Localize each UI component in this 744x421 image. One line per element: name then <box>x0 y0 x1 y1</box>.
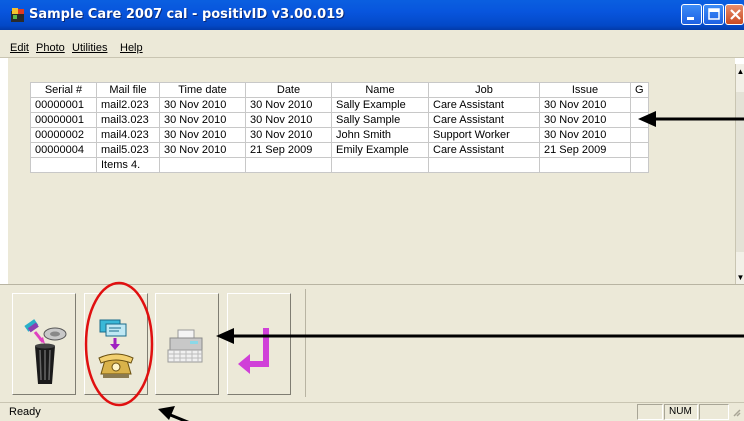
cell-issue: 30 Nov 2010 <box>539 127 631 143</box>
cell-g <box>630 142 649 158</box>
delete-button[interactable] <box>12 293 76 395</box>
cell-g <box>630 97 649 113</box>
scroll-down-arrow-icon[interactable]: ▼ <box>736 272 744 284</box>
table-header-row: Serial # Mail file Time date Date Name J… <box>30 82 649 98</box>
cell-date: 30 Nov 2010 <box>245 127 332 143</box>
cell-time-date: 30 Nov 2010 <box>159 97 246 113</box>
resize-grip-icon[interactable] <box>730 406 742 420</box>
table-row[interactable]: 00000001 mail2.023 30 Nov 2010 30 Nov 20… <box>30 97 649 113</box>
column-header-mail-file[interactable]: Mail file <box>96 82 160 98</box>
records-panel: Serial # Mail file Time date Date Name J… <box>8 58 735 284</box>
scroll-up-arrow-icon[interactable]: ▲ <box>736 66 744 78</box>
cell-job: Care Assistant <box>428 142 540 158</box>
cell-issue: 21 Sep 2009 <box>539 142 631 158</box>
cell-name: John Smith <box>331 127 429 143</box>
table-row[interactable]: 00000004 mail5.023 30 Nov 2010 21 Sep 20… <box>30 142 649 158</box>
status-text: Ready <box>9 406 41 418</box>
vertical-scrollbar[interactable]: ▲ ▼ <box>735 64 744 286</box>
cell-name: Sally Sample <box>331 112 429 128</box>
cell-job: Support Worker <box>428 127 540 143</box>
cell-mail-file: mail4.023 <box>96 127 160 143</box>
column-header-job[interactable]: Job <box>428 82 540 98</box>
title-bar[interactable]: Sample Care 2007 cal - positivID v3.00.0… <box>0 0 744 30</box>
cell-issue: 30 Nov 2010 <box>539 97 631 113</box>
cell-serial <box>30 157 97 173</box>
menu-utilities-label: Utilities <box>72 42 108 54</box>
menu-help[interactable]: Help <box>120 42 143 54</box>
menu-edit-label: Edit <box>10 42 29 54</box>
menu-help-label: Help <box>120 42 143 54</box>
maximize-button[interactable] <box>703 4 724 25</box>
printer-icon <box>167 329 203 363</box>
return-button[interactable] <box>227 293 291 395</box>
status-pane-scroll <box>699 404 729 420</box>
window-title: Sample Care 2007 cal - positivID v3.00.0… <box>29 7 345 22</box>
column-header-serial[interactable]: Serial # <box>30 82 97 98</box>
menu-photo[interactable]: Photo <box>36 42 65 54</box>
cell-time-date: 30 Nov 2010 <box>159 112 246 128</box>
minimize-button[interactable] <box>681 4 702 25</box>
close-icon <box>730 9 741 20</box>
cell-serial: 00000004 <box>30 142 97 158</box>
column-header-time-date[interactable]: Time date <box>159 82 246 98</box>
cell-g <box>630 127 649 143</box>
menu-photo-label: Photo <box>36 42 65 54</box>
items-count: Items 4. <box>96 157 160 173</box>
cell-date: 30 Nov 2010 <box>245 112 332 128</box>
table-row[interactable]: 00000002 mail4.023 30 Nov 2010 30 Nov 20… <box>30 127 649 143</box>
cell-time-date <box>159 157 246 173</box>
cell-name: Sally Example <box>331 97 429 113</box>
app-logo-icon <box>11 8 24 22</box>
cell-date <box>245 157 332 173</box>
minimize-icon <box>687 17 694 20</box>
cell-mail-file: mail3.023 <box>96 112 160 128</box>
cell-date: 21 Sep 2009 <box>245 142 332 158</box>
cell-serial: 00000001 <box>30 97 97 113</box>
menu-utilities[interactable]: Utilities <box>72 42 107 54</box>
cell-time-date: 30 Nov 2010 <box>159 142 246 158</box>
cell-issue <box>539 157 631 173</box>
table-summary-row: Items 4. <box>30 157 649 173</box>
cell-g <box>630 157 649 173</box>
cell-name: Emily Example <box>331 142 429 158</box>
cell-job: Care Assistant <box>428 97 540 113</box>
column-header-g[interactable]: G <box>630 82 649 98</box>
print-button[interactable] <box>155 293 219 395</box>
cell-mail-file: mail2.023 <box>96 97 160 113</box>
cell-job: Care Assistant <box>428 112 540 128</box>
toolbar <box>0 284 744 402</box>
menu-edit[interactable]: Edit <box>10 42 29 54</box>
cell-serial: 00000002 <box>30 127 97 143</box>
cell-job <box>428 157 540 173</box>
close-button[interactable] <box>725 4 744 25</box>
cell-name <box>331 157 429 173</box>
cell-mail-file: mail5.023 <box>96 142 160 158</box>
column-header-date[interactable]: Date <box>245 82 332 98</box>
dial-button[interactable] <box>84 293 148 395</box>
cell-date: 30 Nov 2010 <box>245 97 332 113</box>
scrollbar-thumb[interactable] <box>736 92 744 252</box>
records-table: Serial # Mail file Time date Date Name J… <box>30 82 649 173</box>
status-bar: Ready NUM <box>0 402 744 421</box>
cell-time-date: 30 Nov 2010 <box>159 127 246 143</box>
status-pane-caps <box>637 404 663 420</box>
mail-to-phone-icon <box>98 319 134 378</box>
maximize-icon <box>708 8 720 20</box>
recycle-bin-icon <box>24 319 67 384</box>
app-window: Sample Care 2007 cal - positivID v3.00.0… <box>0 0 744 421</box>
column-header-issue[interactable]: Issue <box>539 82 631 98</box>
cell-serial: 00000001 <box>30 112 97 128</box>
cell-g <box>630 112 649 128</box>
toolbar-separator <box>305 289 306 397</box>
return-arrow-icon <box>238 328 269 374</box>
cell-issue: 30 Nov 2010 <box>539 112 631 128</box>
table-row[interactable]: 00000001 mail3.023 30 Nov 2010 30 Nov 20… <box>30 112 649 128</box>
column-header-name[interactable]: Name <box>331 82 429 98</box>
status-pane-num: NUM <box>664 404 698 420</box>
menu-bar: Edit Photo Utilities Help <box>0 30 744 58</box>
